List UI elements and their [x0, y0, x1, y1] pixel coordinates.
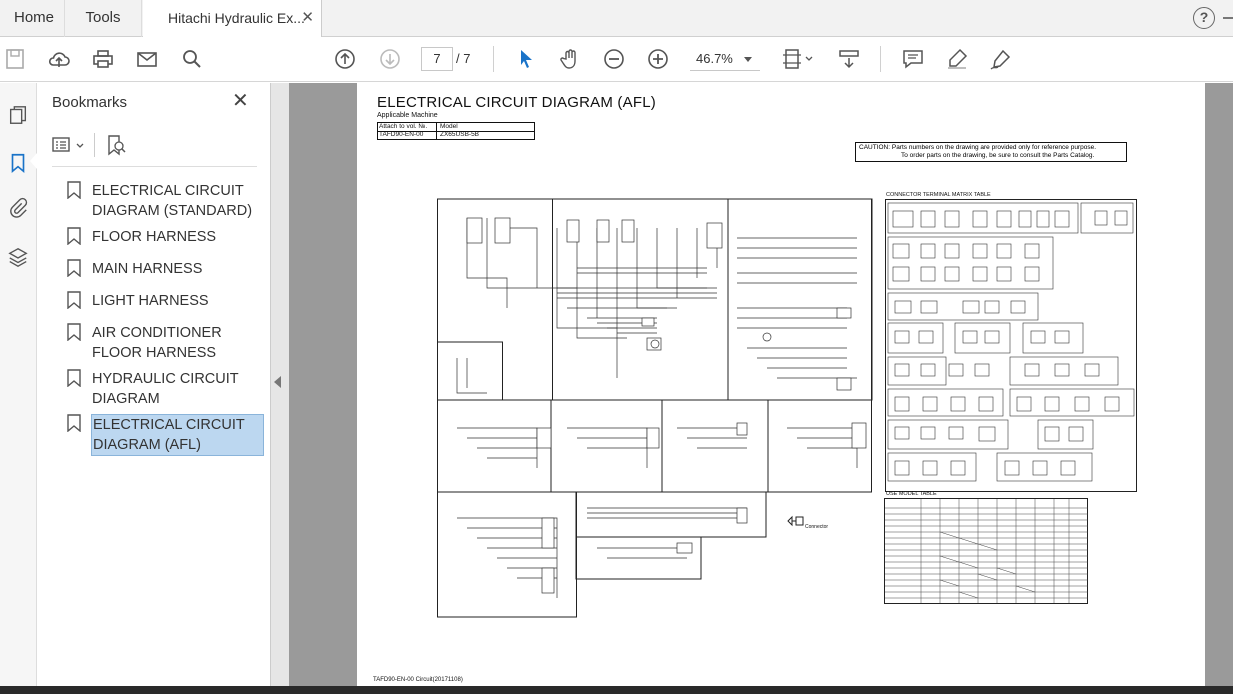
bookmark-label: ELECTRICAL CIRCUIT DIAGRAM (AFL) — [91, 414, 264, 456]
panel-splitter[interactable] — [271, 83, 289, 694]
bookmark-icon — [67, 291, 81, 309]
bookmarks-panel-icon[interactable] — [4, 149, 32, 177]
chevron-down-icon — [744, 57, 752, 62]
comment-icon[interactable] — [899, 45, 927, 73]
bookmark-label: ELECTRICAL CIRCUIT DIAGRAM (STANDARD) — [92, 183, 253, 219]
connector-table-title: CONNECTOR TERMINAL MATRIX TABLE — [886, 192, 991, 198]
search-icon[interactable] — [178, 45, 206, 73]
vertical-scrollbar[interactable] — [1205, 83, 1233, 694]
bookmark-icon — [67, 259, 81, 277]
scroll-mode-icon[interactable] — [835, 45, 863, 73]
bookmark-item[interactable]: ELECTRICAL CIRCUIT DIAGRAM (STANDARD) — [64, 181, 264, 221]
tab-bar: Home Tools Hitachi Hydraulic Ex... ✕ ? — [0, 0, 1233, 38]
page-number-input[interactable]: 7 — [421, 47, 453, 71]
page-fit-icon[interactable] — [780, 45, 816, 73]
applicable-machine-label: Applicable Machine — [377, 112, 438, 119]
panel-divider — [52, 166, 257, 167]
main-toolbar: 7 / 7 46.7% — [0, 37, 1233, 82]
caution-line-2: To order parts on the drawing, be sure t… — [901, 152, 1095, 159]
table-value-vol: TAFD90-EN-00 — [379, 131, 424, 138]
pdf-page: ELECTRICAL CIRCUIT DIAGRAM (AFL) Applica… — [357, 83, 1205, 694]
attachments-icon[interactable] — [4, 194, 32, 222]
collapse-panel-icon[interactable] — [274, 376, 281, 388]
close-tab-icon[interactable]: ✕ — [301, 0, 314, 36]
next-page-icon[interactable] — [376, 45, 404, 73]
select-tool-icon[interactable] — [512, 45, 540, 73]
tab-document[interactable]: Hitachi Hydraulic Ex... ✕ — [143, 0, 322, 38]
bookmark-options-icon[interactable] — [52, 135, 86, 155]
toolbar-divider — [493, 46, 494, 72]
page-total: / 7 — [456, 51, 471, 66]
zoom-select[interactable]: 46.7% — [690, 47, 760, 71]
save-icon[interactable] — [2, 45, 30, 73]
bookmark-icon — [67, 414, 81, 432]
machine-table: Attach to vol. №. Model TAFD90-EN-00 ZX6… — [377, 122, 535, 140]
minimize-icon[interactable] — [1223, 6, 1233, 30]
zoom-value: 46.7% — [696, 51, 733, 66]
email-icon[interactable] — [133, 45, 161, 73]
active-panel-indicator — [30, 153, 37, 169]
use-model-table — [884, 498, 1088, 604]
bookmarks-panel: Bookmarks ✕ ELECTRICAL CIRCUIT DIAGRAM (… — [37, 83, 271, 694]
connector-matrix-table — [885, 199, 1137, 492]
tab-document-label: Hitachi Hydraulic Ex... — [168, 10, 305, 26]
bookmark-label: HYDRAULIC CIRCUIT DIAGRAM — [92, 371, 239, 407]
tab-tools[interactable]: Tools — [64, 0, 142, 37]
table-header-vol: Attach to vol. №. — [379, 123, 428, 130]
zoom-in-icon[interactable] — [644, 45, 672, 73]
cloud-upload-icon[interactable] — [45, 45, 73, 73]
bookmark-icon — [67, 181, 81, 199]
navigation-rail — [0, 83, 37, 694]
highlight-pen-icon[interactable] — [943, 45, 971, 73]
taskbar — [0, 686, 1233, 694]
bookmark-label: AIR CONDITIONER FLOOR HARNESS — [92, 325, 222, 361]
bookmark-label: MAIN HARNESS — [92, 261, 203, 277]
bookmarks-title: Bookmarks — [52, 94, 128, 111]
zoom-out-icon[interactable] — [600, 45, 628, 73]
toolbar-divider — [880, 46, 881, 72]
use-model-title: USE MODEL TABLE — [886, 491, 937, 497]
page-thumbnails-icon[interactable] — [4, 101, 32, 129]
print-icon[interactable] — [89, 45, 117, 73]
bookmark-icon — [67, 369, 81, 387]
layers-icon[interactable] — [4, 243, 32, 271]
bookmark-label: LIGHT HARNESS — [92, 293, 209, 309]
table-value-model: ZX65USB-5B — [440, 131, 480, 138]
close-panel-icon[interactable]: ✕ — [232, 91, 249, 111]
help-icon[interactable]: ? — [1193, 7, 1215, 29]
circuit-diagram — [437, 198, 873, 618]
connector-label: Connector — [805, 524, 829, 530]
caution-note: CAUTION: Parts numbers on the drawing ar… — [855, 142, 1127, 162]
bookmark-label: FLOOR HARNESS — [92, 229, 217, 245]
sign-icon[interactable] — [987, 45, 1015, 73]
bookmark-icon — [67, 323, 81, 341]
table-header-model: Model — [440, 123, 458, 130]
page-title: ELECTRICAL CIRCUIT DIAGRAM (AFL) — [377, 94, 656, 111]
page-footer: TAFD90-EN-00 Circuit(20171108) — [373, 677, 463, 683]
expand-bookmark-icon[interactable] — [104, 133, 128, 157]
bookmark-icon — [67, 227, 81, 245]
caution-line-1: CAUTION: Parts numbers on the drawing ar… — [859, 144, 1097, 151]
previous-page-icon[interactable] — [331, 45, 359, 73]
hand-tool-icon[interactable] — [556, 45, 584, 73]
tools-divider — [94, 133, 95, 157]
tab-home[interactable]: Home — [6, 0, 62, 37]
